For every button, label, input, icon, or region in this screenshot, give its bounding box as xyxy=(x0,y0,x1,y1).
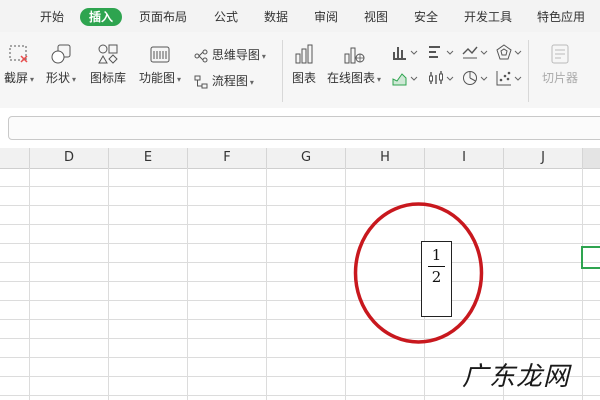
column-chart-icon xyxy=(393,47,418,60)
pie-chart-icon xyxy=(463,71,488,85)
radar-chart-icon xyxy=(496,44,522,60)
menu-review[interactable]: 审阅 xyxy=(314,8,338,26)
chevron-down-icon: ▾ xyxy=(30,75,35,84)
mind-map-button[interactable]: 思维导图 ▾ xyxy=(194,46,266,63)
icon-library-button[interactable]: 图标库 xyxy=(86,42,130,86)
screenshot-label: 截屏 xyxy=(3,71,28,85)
column-header-g[interactable]: G xyxy=(267,148,346,168)
selected-cell[interactable] xyxy=(581,246,600,269)
fraction-equation-object[interactable]: 1 2 xyxy=(421,241,452,317)
area-chart-icon xyxy=(392,73,418,86)
menu-special-apps[interactable]: 特色应用 xyxy=(537,8,585,26)
bar-chart-type-button[interactable] xyxy=(428,44,454,63)
chevron-down-icon: ▾ xyxy=(377,75,382,84)
formula-bar-row xyxy=(0,108,600,149)
area-chart-type-button[interactable] xyxy=(392,70,418,89)
horizontal-bar-chart-icon xyxy=(429,46,454,58)
slicer-button[interactable]: 切片器 xyxy=(536,42,584,86)
flowchart-button[interactable]: 流程图 ▾ xyxy=(194,72,254,89)
mind-map-label: 思维导图 xyxy=(211,48,260,62)
function-chart-icon xyxy=(150,46,170,63)
online-chart-label: 在线图表 xyxy=(326,71,375,85)
stock-chart-type-button[interactable] xyxy=(428,70,454,89)
stock-chart-icon xyxy=(429,71,454,84)
shape-icon xyxy=(51,44,71,64)
formula-input[interactable] xyxy=(8,116,600,140)
column-chart-type-button[interactable] xyxy=(392,44,418,63)
column-header-h[interactable]: H xyxy=(346,148,425,168)
watermark-text: 广东龙网 xyxy=(462,362,571,392)
menu-view[interactable]: 视图 xyxy=(364,8,388,26)
menu-bar: 开始 插入 页面布局 公式 数据 审阅 视图 安全 开发工具 特色应用 xyxy=(0,0,600,32)
flowchart-label: 流程图 xyxy=(211,74,248,88)
pie-chart-type-button[interactable] xyxy=(462,70,488,89)
function-chart-label: 功能图 xyxy=(138,71,175,85)
shape-button[interactable]: 形状 ▾ xyxy=(42,42,80,86)
icon-library-icon xyxy=(98,44,118,64)
chevron-down-icon: ▾ xyxy=(249,78,254,87)
chart-label: 图表 xyxy=(291,71,316,85)
menu-page-layout[interactable]: 页面布局 xyxy=(139,8,187,26)
menu-formula[interactable]: 公式 xyxy=(214,8,238,26)
fraction-numerator: 1 xyxy=(431,246,442,264)
menu-data[interactable]: 数据 xyxy=(264,8,288,26)
chart-button[interactable]: 图表 xyxy=(288,42,320,86)
column-header-k-partial[interactable] xyxy=(583,148,600,168)
ribbon-divider xyxy=(282,40,283,102)
slicer-icon xyxy=(551,44,569,64)
line-chart-icon xyxy=(462,46,488,59)
ribbon-divider xyxy=(528,40,529,102)
screenshot-button[interactable]: 截屏 ▾ xyxy=(0,42,38,86)
bar-chart-icon xyxy=(295,44,313,64)
shape-label: 形状 xyxy=(45,71,70,85)
fraction-bar xyxy=(428,266,445,267)
mind-map-icon xyxy=(194,49,208,62)
flowchart-icon xyxy=(194,75,208,88)
scatter-chart-icon xyxy=(496,71,522,86)
radar-chart-type-button[interactable] xyxy=(496,44,522,63)
column-header-d[interactable]: D xyxy=(30,148,109,168)
menu-home[interactable]: 开始 xyxy=(40,8,64,26)
function-chart-button[interactable]: 功能图 ▾ xyxy=(136,42,184,86)
online-chart-button[interactable]: 在线图表 ▾ xyxy=(326,42,382,86)
screenshot-icon xyxy=(9,45,28,63)
chevron-down-icon: ▾ xyxy=(177,75,182,84)
fraction-denominator: 2 xyxy=(431,268,442,286)
column-header-f[interactable]: F xyxy=(188,148,267,168)
slicer-label: 切片器 xyxy=(541,71,578,85)
scatter-chart-type-button[interactable] xyxy=(496,70,522,89)
chevron-down-icon: ▾ xyxy=(261,52,266,61)
icon-library-label: 图标库 xyxy=(89,71,126,85)
column-header-e[interactable]: E xyxy=(109,148,188,168)
column-header-i[interactable]: I xyxy=(425,148,504,168)
line-chart-type-button[interactable] xyxy=(462,44,488,63)
column-header-j[interactable]: J xyxy=(504,148,583,168)
column-header-partial[interactable] xyxy=(0,148,30,168)
menu-developer-tools[interactable]: 开发工具 xyxy=(464,8,512,26)
menu-security[interactable]: 安全 xyxy=(414,8,438,26)
chevron-down-icon: ▾ xyxy=(72,75,77,84)
menu-insert[interactable]: 插入 xyxy=(80,8,122,26)
online-chart-icon xyxy=(344,47,365,64)
